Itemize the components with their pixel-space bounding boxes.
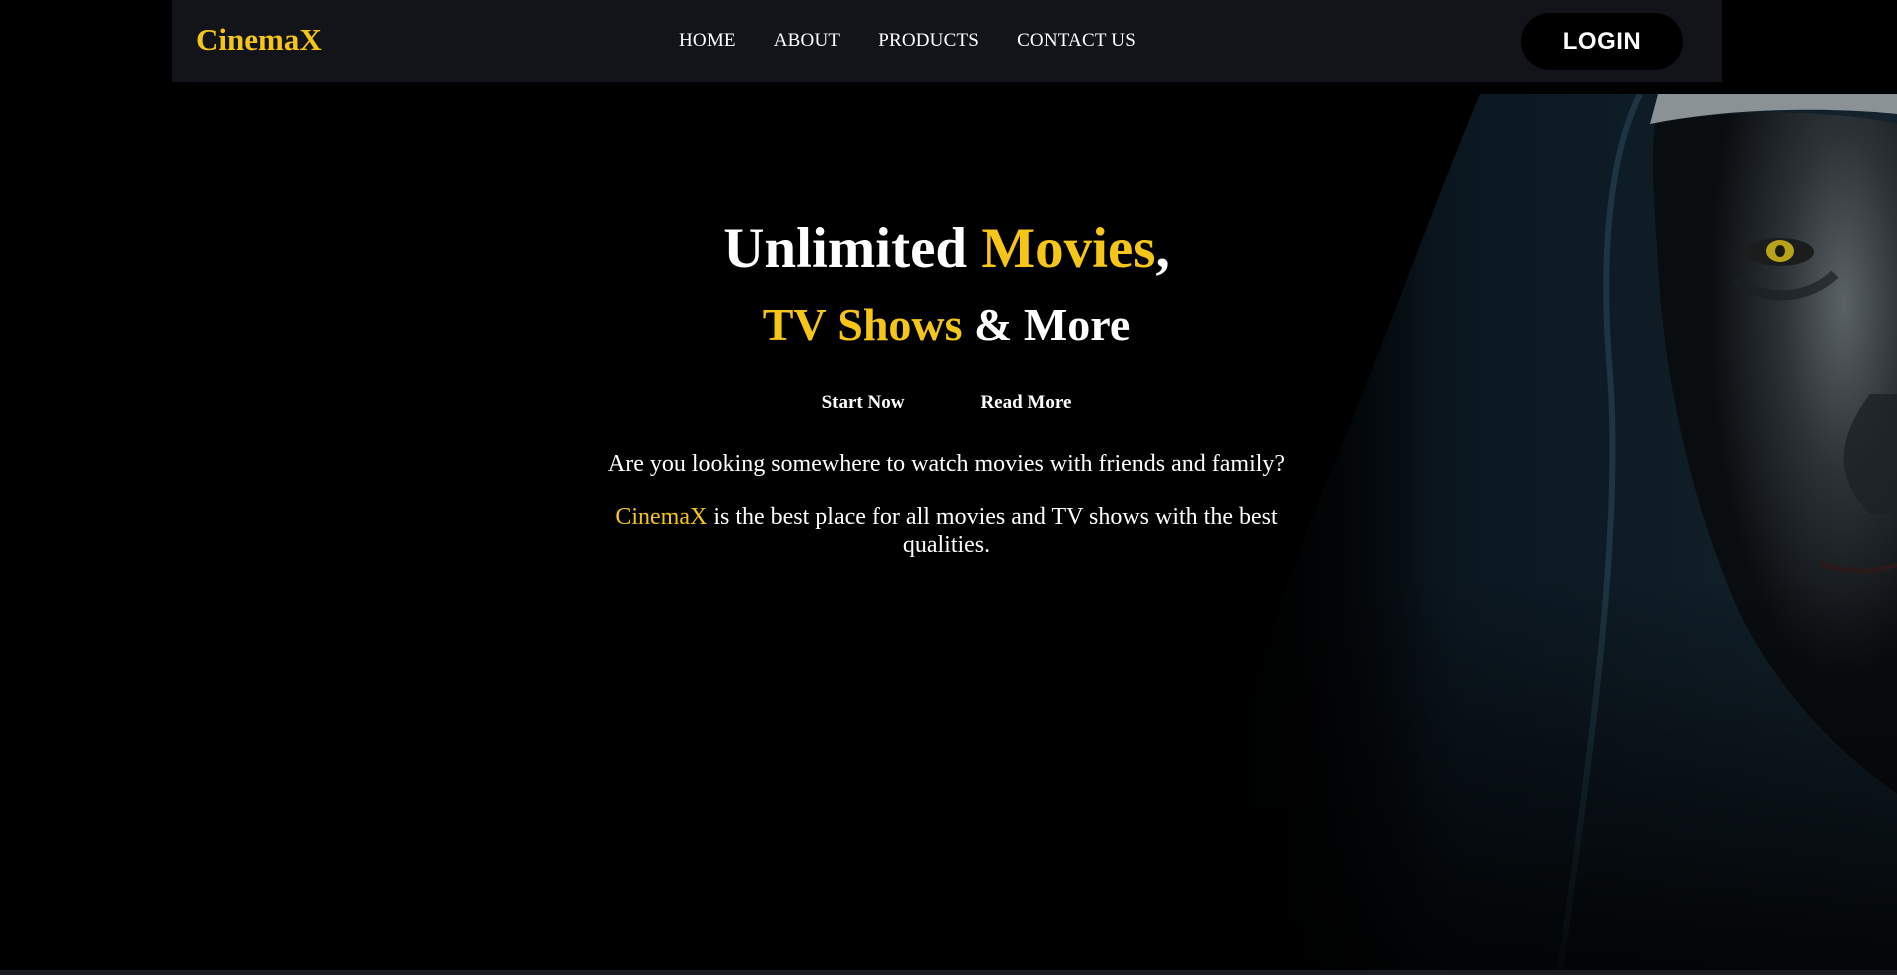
login-button[interactable]: LOGIN — [1521, 13, 1683, 70]
nav-link-about[interactable]: ABOUT — [774, 30, 840, 52]
read-more-button[interactable]: Read More — [980, 392, 1071, 414]
page: CinemaX HOME ABOUT PRODUCTS CONTACT US L… — [0, 0, 1897, 975]
headline-comma: , — [1155, 217, 1170, 280]
start-now-button[interactable]: Start Now — [822, 392, 905, 414]
hero-headline-line2: TV Shows & More — [0, 302, 1893, 348]
nav-links: HOME ABOUT PRODUCTS CONTACT US — [679, 30, 1174, 52]
headline-accent-tv-shows: TV Shows — [762, 299, 963, 350]
nav-link-home[interactable]: HOME — [679, 30, 736, 52]
nav-link-products[interactable]: PRODUCTS — [878, 30, 979, 52]
hero-description-2: CinemaX is the best place for all movies… — [590, 503, 1303, 559]
navbar: CinemaX HOME ABOUT PRODUCTS CONTACT US L… — [172, 0, 1722, 82]
description-text: is the best place for all movies and TV … — [707, 504, 1278, 558]
description-brand: CinemaX — [615, 504, 708, 530]
hero-description-1: Are you looking somewhere to watch movie… — [607, 451, 1286, 477]
headline-text: Unlimited — [723, 217, 982, 280]
headline-more: & More — [962, 299, 1131, 350]
headline-accent-movies: Movies — [981, 217, 1156, 280]
bottom-divider — [0, 970, 1897, 975]
nav-link-contact-us[interactable]: CONTACT US — [1017, 30, 1136, 52]
hero-headline-line1: Unlimited Movies, — [0, 220, 1893, 277]
brand-logo[interactable]: CinemaX — [196, 22, 322, 58]
cta-row: Start Now Read More — [0, 392, 1893, 414]
